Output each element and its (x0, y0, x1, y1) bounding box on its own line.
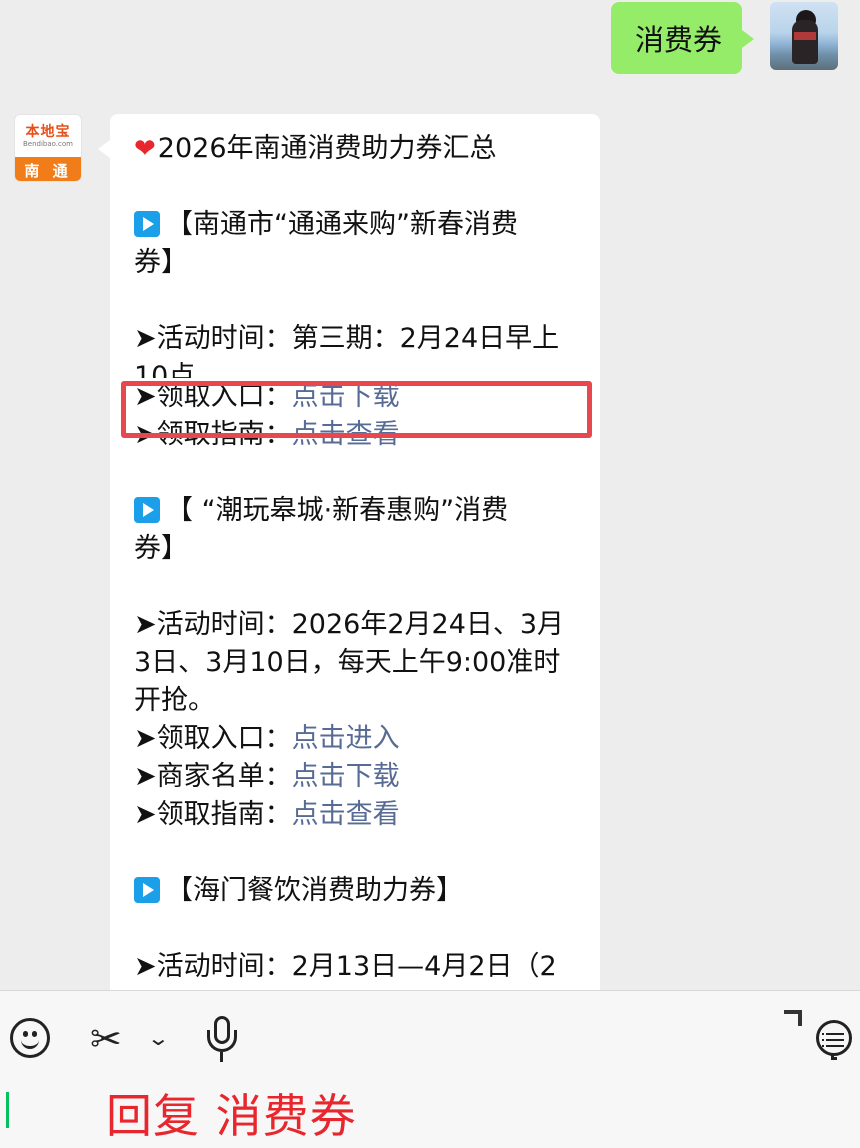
emoji-icon[interactable] (10, 1018, 50, 1058)
section1-heading: 【南通市“通通来购”新春消费 (134, 206, 578, 244)
play-icon (134, 211, 160, 237)
sent-message-bubble[interactable]: 消费券 (610, 2, 755, 74)
section3-heading: 【海门餐饮消费助力券】 (134, 872, 578, 910)
section3-heading-text: 【海门餐饮消费助力券】 (166, 875, 463, 906)
section2-entry-label: ➤领取入口： (134, 723, 292, 754)
section2-guide-link[interactable]: 点击查看 (292, 799, 400, 830)
user-avatar[interactable] (770, 2, 838, 70)
section1-guide-label: ➤领取指南： (134, 419, 292, 450)
bot-avatar-brand: 本地宝 (25, 123, 71, 140)
section2-merchant-label: ➤商家名单： (134, 761, 292, 792)
message-title-line: ❤2026年南通消费助力券汇总 (134, 130, 578, 168)
bot-avatar[interactable]: 本地宝 Bendibao.com 南 通 (14, 114, 82, 182)
section1-guide-link[interactable]: 点击查看 (292, 419, 400, 450)
section3-time-cut: ➤活动时间：2月13日—4月2日（2 (134, 951, 557, 982)
section1-heading-cont: 券】 (134, 247, 188, 278)
microphone-icon[interactable] (205, 1016, 239, 1062)
section2-heading: 【 “潮玩皋城·新春惠购”消费 (134, 492, 578, 530)
play-icon (134, 877, 160, 903)
section2-entry-link[interactable]: 点击进入 (292, 723, 400, 754)
chevron-down-icon[interactable]: ⌄ (147, 1026, 170, 1050)
section1-heading-text: 【南通市“通通来购”新春消费 (166, 209, 518, 240)
bot-avatar-city: 南 通 (15, 157, 81, 181)
section1-entry-link[interactable]: 点击下载 (292, 381, 400, 412)
section2-entry: ➤领取入口：点击进入 (134, 720, 578, 758)
section2-merchant: ➤商家名单：点击下载 (134, 758, 578, 796)
section1-entry: ➤领取入口：点击下载 (134, 378, 578, 416)
section1-time: ➤活动时间：第三期：2月24日早上 (134, 323, 560, 354)
section2-time-3: 开抢。 (134, 685, 215, 716)
sent-message-row: 消费券 (610, 2, 838, 74)
play-icon (134, 497, 160, 523)
section2-guide-label: ➤领取指南： (134, 799, 292, 830)
section2-heading-text: 【 “潮玩皋城·新春惠购”消费 (166, 495, 509, 526)
section1-guide: ➤领取指南：点击查看 (134, 416, 578, 454)
section2-time-1: ➤活动时间：2026年2月24日、3月 (134, 609, 565, 640)
menu-list-icon-tail (831, 1054, 837, 1060)
text-cursor (6, 1092, 9, 1128)
section2-guide: ➤领取指南：点击查看 (134, 796, 578, 834)
message-title: 2026年南通消费助力券汇总 (157, 133, 497, 164)
section2-time-2: 3日、3月10日，每天上午9:00准时 (134, 647, 561, 678)
scissors-icon[interactable]: ✂ (90, 1014, 122, 1064)
section2-heading-cont: 券】 (134, 533, 188, 564)
section2-merchant-link[interactable]: 点击下载 (292, 761, 400, 792)
bot-avatar-domain: Bendibao.com (22, 139, 73, 148)
section1-entry-label: ➤领取入口： (134, 381, 292, 412)
reply-text: 回复 消费券 (106, 1089, 357, 1143)
received-bubble-tail (98, 140, 110, 158)
heart-icon: ❤ (134, 134, 156, 164)
received-message-bubble: ❤2026年南通消费助力券汇总 【南通市“通通来购”新春消费 券】 ➤活动时间：… (110, 114, 600, 994)
section1-time-cut: 10点 (134, 361, 196, 378)
menu-list-icon[interactable] (816, 1020, 852, 1056)
sent-message-text: 消费券 (634, 23, 722, 57)
expand-corner-icon[interactable] (784, 1010, 802, 1026)
